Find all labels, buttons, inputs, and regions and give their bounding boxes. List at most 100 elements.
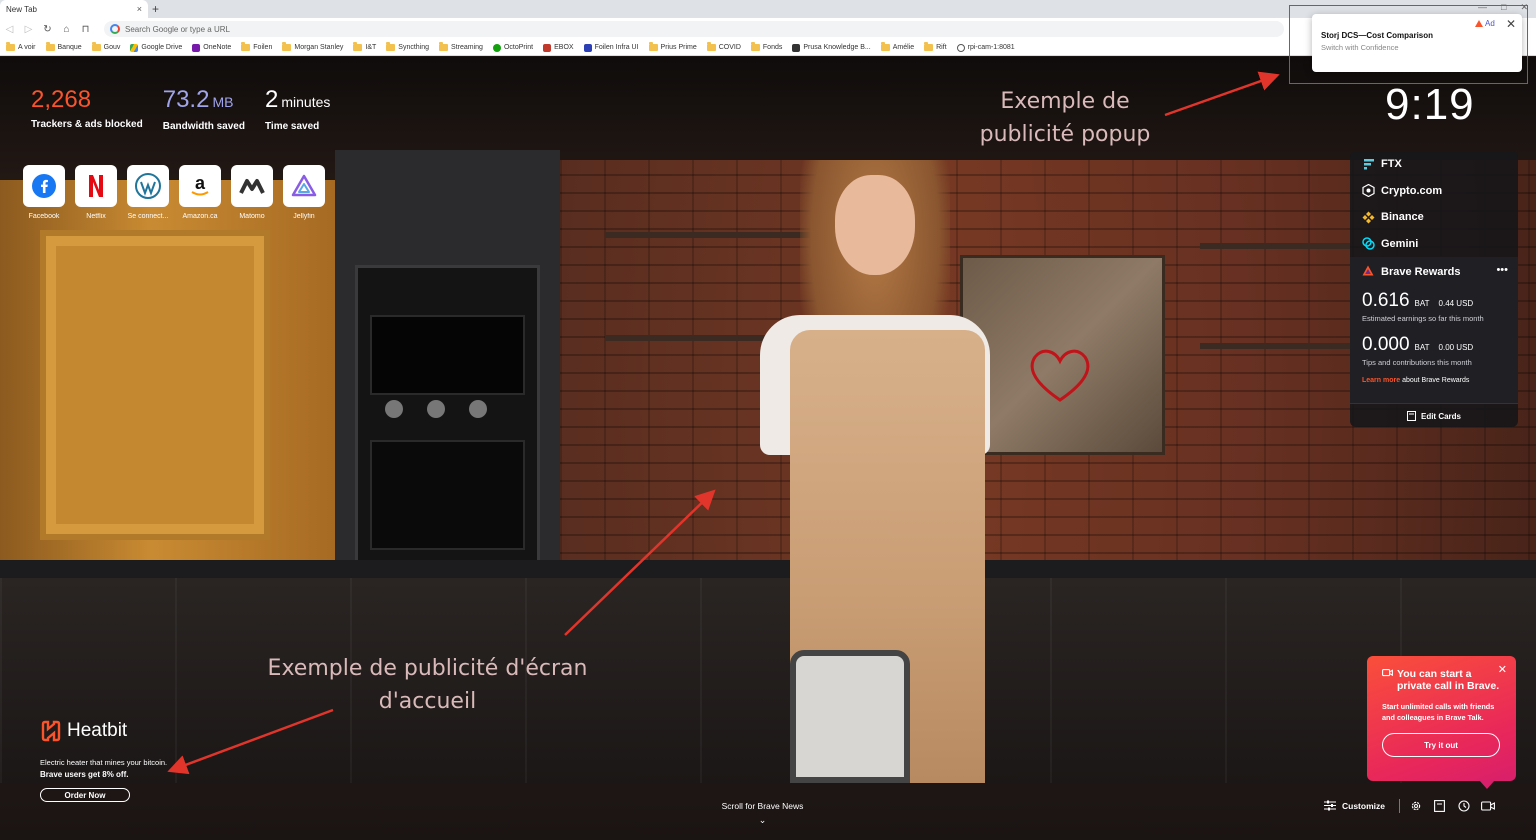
cabinet-lines [0, 578, 1536, 783]
bookmark-item[interactable]: EBOX [543, 43, 574, 52]
home-icon[interactable]: ⌂ [57, 24, 76, 35]
bookmark-icon[interactable]: ⊓ [76, 24, 95, 35]
bookmark-item[interactable]: I&T [353, 42, 376, 51]
rewards-header: Brave Rewards [1362, 265, 1506, 279]
talk-close-icon[interactable]: ✕ [1498, 663, 1507, 676]
exchange-label: Crypto.com [1381, 184, 1443, 197]
bookmark-item[interactable]: COVID [706, 42, 741, 51]
top-site-wordpress[interactable]: Se connect... [127, 165, 169, 220]
top-site-netflix[interactable]: Netflix [75, 165, 117, 220]
history-icon[interactable] [1456, 798, 1472, 814]
privacy-stats: 2,268 Trackers & ads blocked 73.2 MB Band… [31, 86, 330, 132]
edit-cards-button[interactable]: Edit Cards [1350, 403, 1518, 427]
bookmark-item[interactable]: Fonds [750, 42, 782, 51]
folder-icon [750, 42, 760, 51]
bookmark-item[interactable]: OctoPrint [492, 43, 533, 52]
facebook-icon [23, 165, 65, 207]
bookmark-item[interactable]: A voir [6, 42, 36, 51]
bookmark-item[interactable]: Foilen Infra UI [583, 43, 639, 52]
learn-more-link[interactable]: Learn more [1362, 377, 1400, 384]
folder-icon [648, 42, 658, 51]
customize-button[interactable]: Customize [1324, 800, 1385, 813]
top-site-facebook[interactable]: Facebook [23, 165, 65, 220]
card-gemini[interactable]: Gemini [1350, 231, 1518, 258]
customize-label: Customize [1342, 801, 1385, 811]
woman-face [835, 175, 915, 275]
ad-title: Storj DCS—Cost Comparison [1321, 31, 1434, 40]
bookmark-label: COVID [718, 44, 741, 51]
top-site-jellyfin[interactable]: Jellyfin [283, 165, 325, 220]
tab-new-tab[interactable]: New Tab × [0, 0, 148, 18]
brave-talk-icon[interactable] [1480, 798, 1496, 814]
bookmark-item[interactable]: Syncthing [386, 42, 429, 51]
time-stat: 2 minutes [265, 86, 330, 116]
address-bar[interactable]: Search Google or type a URL [104, 21, 1284, 37]
tab-close-icon[interactable]: × [137, 4, 142, 14]
top-site-name: Jellyfin [293, 213, 315, 220]
globe-icon [956, 43, 965, 52]
order-now-button[interactable]: Order Now [40, 788, 130, 802]
ad-tag-label: Ad [1485, 19, 1495, 28]
brave-talk-promo: ✕ You can start a private call in Brave.… [1367, 656, 1516, 789]
ebox-icon [543, 43, 552, 52]
bookmark-item[interactable]: Prius Prime [648, 42, 697, 51]
bookmarks-icon[interactable] [1432, 798, 1448, 814]
bookmark-item[interactable]: OneNote [192, 43, 231, 52]
top-site-matomo[interactable]: Matomo [231, 165, 273, 220]
bookmark-item[interactable]: Morgan Stanley [282, 42, 344, 51]
video-camera-icon [1382, 668, 1393, 692]
bookmark-item[interactable]: Gouv [91, 42, 121, 51]
scroll-for-brave-news[interactable]: Scroll for Brave News ⌄ [700, 801, 825, 826]
bottom-toolbar: Customize [1324, 798, 1496, 814]
svg-text:a: a [195, 173, 206, 193]
edit-cards-label: Edit Cards [1420, 412, 1461, 421]
wordpress-icon [127, 165, 169, 207]
top-site-name: Netflix [86, 213, 106, 220]
bookmark-item[interactable]: Foilen [241, 42, 272, 51]
cards-widget: FTX Crypto.com Binance Gemini Brave Rewa… [1350, 151, 1518, 427]
annotation-homescreen-ad: Exemple de publicité d'écran d'accueil [267, 656, 588, 714]
talk-body: Start unlimited calls with friends and c… [1382, 702, 1495, 722]
bookmark-item[interactable]: Streaming [439, 42, 483, 51]
back-icon[interactable]: ◁ [0, 24, 19, 35]
folder-icon [706, 42, 716, 51]
rewards-title: Brave Rewards [1381, 266, 1461, 278]
bookmark-item[interactable]: rpi-cam-1:8081 [956, 43, 1015, 52]
ad-notification[interactable]: Ad ✕ Storj DCS—Cost Comparison Switch wi… [1312, 14, 1522, 72]
card-crypto-com[interactable]: Crypto.com [1350, 178, 1518, 205]
tips-line: 0.000 BAT 0.00 USD [1362, 334, 1506, 356]
gear-icon[interactable] [1408, 798, 1424, 814]
amazon-icon: a [179, 165, 221, 207]
bookmark-item[interactable]: Prusa Knowledge B... [792, 43, 871, 52]
card-ftx[interactable]: FTX [1350, 151, 1518, 178]
earnings-unit: BAT [1414, 299, 1430, 308]
bookmark-label: Morgan Stanley [294, 44, 344, 51]
bandwidth-unit: MB [212, 94, 234, 110]
reload-icon[interactable]: ↻ [38, 24, 57, 35]
bookmark-label: Gouv [103, 44, 121, 51]
brave-triangle-icon [1475, 20, 1483, 27]
bookmark-label: Google Drive [141, 44, 183, 51]
bookmark-item[interactable]: Banque [45, 42, 82, 51]
folder-icon [45, 42, 55, 51]
try-it-out-button[interactable]: Try it out [1382, 733, 1500, 757]
time-unit: minutes [281, 94, 331, 110]
forward-icon[interactable]: ▷ [19, 24, 38, 35]
top-site-name: Se connect... [127, 213, 169, 220]
folder-icon [241, 42, 251, 51]
jellyfin-icon [283, 165, 325, 207]
stat-time: 2 minutes Time saved [265, 86, 330, 132]
bookmark-label: EBOX [554, 44, 574, 51]
bookmark-item[interactable]: Google Drive [130, 43, 183, 52]
stat-trackers: 2,268 Trackers & ads blocked [31, 86, 143, 132]
lower-oven [370, 440, 525, 550]
top-site-amazon[interactable]: a Amazon.ca [179, 165, 221, 220]
bookmark-item[interactable]: Rift [924, 42, 947, 51]
new-tab-button[interactable]: + [152, 2, 159, 16]
rewards-menu-icon[interactable]: ••• [1496, 264, 1508, 276]
edit-cards-icon [1406, 410, 1416, 423]
bookmark-item[interactable]: Amélie [880, 42, 914, 51]
card-binance[interactable]: Binance [1350, 204, 1518, 231]
ad-close-icon[interactable]: ✕ [1506, 17, 1516, 31]
heatbit-logo[interactable]: Heatbit [40, 720, 190, 742]
